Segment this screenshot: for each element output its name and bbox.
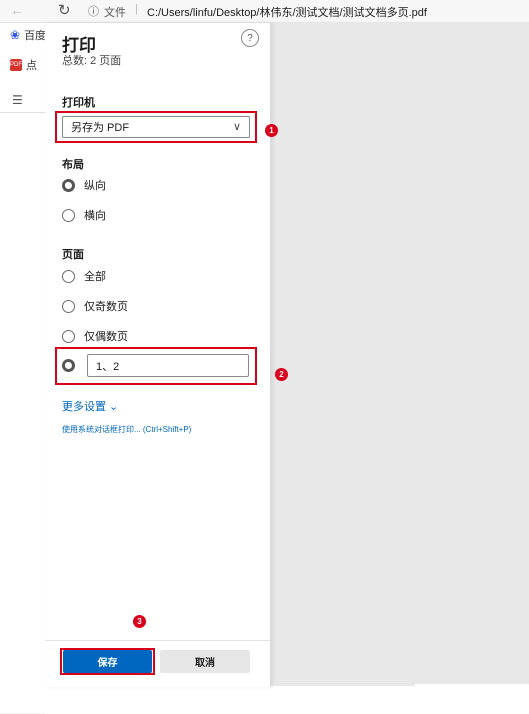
address-separator: | (135, 3, 138, 15)
radio-label: 仅偶数页 (84, 331, 128, 343)
info-icon[interactable]: ⓘ (88, 3, 99, 19)
radio[interactable] (62, 329, 75, 343)
preview-page (415, 684, 529, 714)
back-arrow-icon[interactable]: ← (10, 2, 24, 18)
background-page (0, 23, 45, 713)
radio-label: 全部 (84, 271, 106, 283)
more-settings-link[interactable]: 更多设置 ⌄ (62, 398, 118, 414)
bookmark-label: 点 (26, 60, 37, 72)
radio[interactable] (62, 208, 75, 222)
baidu-icon: ❀ (10, 28, 21, 42)
radio-label: 仅奇数页 (84, 301, 128, 313)
bookmark-baidu[interactable]: ❀ 百度 (10, 27, 46, 43)
layout-section-title: 布局 (62, 159, 84, 171)
file-label: 文件 (104, 7, 126, 19)
layout-landscape-option[interactable]: 横向 (62, 207, 106, 223)
radio[interactable] (62, 299, 75, 313)
radio-checked[interactable] (62, 178, 75, 192)
bookmark-pdf[interactable]: PDF 点 (10, 57, 37, 73)
pages-odd-option[interactable]: 仅奇数页 (62, 298, 128, 314)
pages-even-option[interactable]: 仅偶数页 (62, 328, 128, 344)
cancel-button[interactable]: 取消 (160, 650, 250, 673)
pages-all-option[interactable]: 全部 (62, 268, 106, 284)
annotation-box-pages (55, 347, 257, 385)
layout-portrait-option[interactable]: 纵向 (62, 177, 106, 193)
annotation-marker-3: 3 (133, 615, 146, 628)
system-dialog-link[interactable]: 使用系统对话框打印... (Ctrl+Shift+P) (62, 424, 191, 435)
annotation-box-save (60, 648, 155, 675)
annotation-marker-1: 1 (265, 124, 278, 137)
print-preview-area (270, 23, 529, 713)
radio-label: 纵向 (84, 180, 106, 192)
annotation-marker-2: 2 (275, 368, 288, 381)
list-icon[interactable]: ☰ (12, 93, 23, 107)
annotation-box-printer (55, 111, 257, 143)
printer-section-title: 打印机 (62, 97, 95, 109)
radio[interactable] (62, 269, 75, 283)
refresh-icon[interactable]: ↻ (58, 1, 71, 19)
total-pages: 总数: 2 页面 (62, 55, 122, 67)
pdf-icon: PDF (10, 59, 22, 71)
address-bar[interactable]: C:/Users/linfu/Desktop/林伟东/测试文档/测试文档多页.p… (147, 4, 427, 20)
pages-section-title: 页面 (62, 249, 84, 261)
help-icon[interactable]: ? (241, 29, 259, 47)
divider (0, 112, 45, 113)
browser-toolbar: ← ↻ ⓘ 文件 | C:/Users/linfu/Desktop/林伟东/测试… (0, 0, 529, 23)
bookmark-label: 百度 (24, 30, 47, 42)
preview-bottom-area (45, 686, 415, 714)
radio-label: 横向 (84, 210, 106, 222)
footer-divider (45, 640, 270, 641)
